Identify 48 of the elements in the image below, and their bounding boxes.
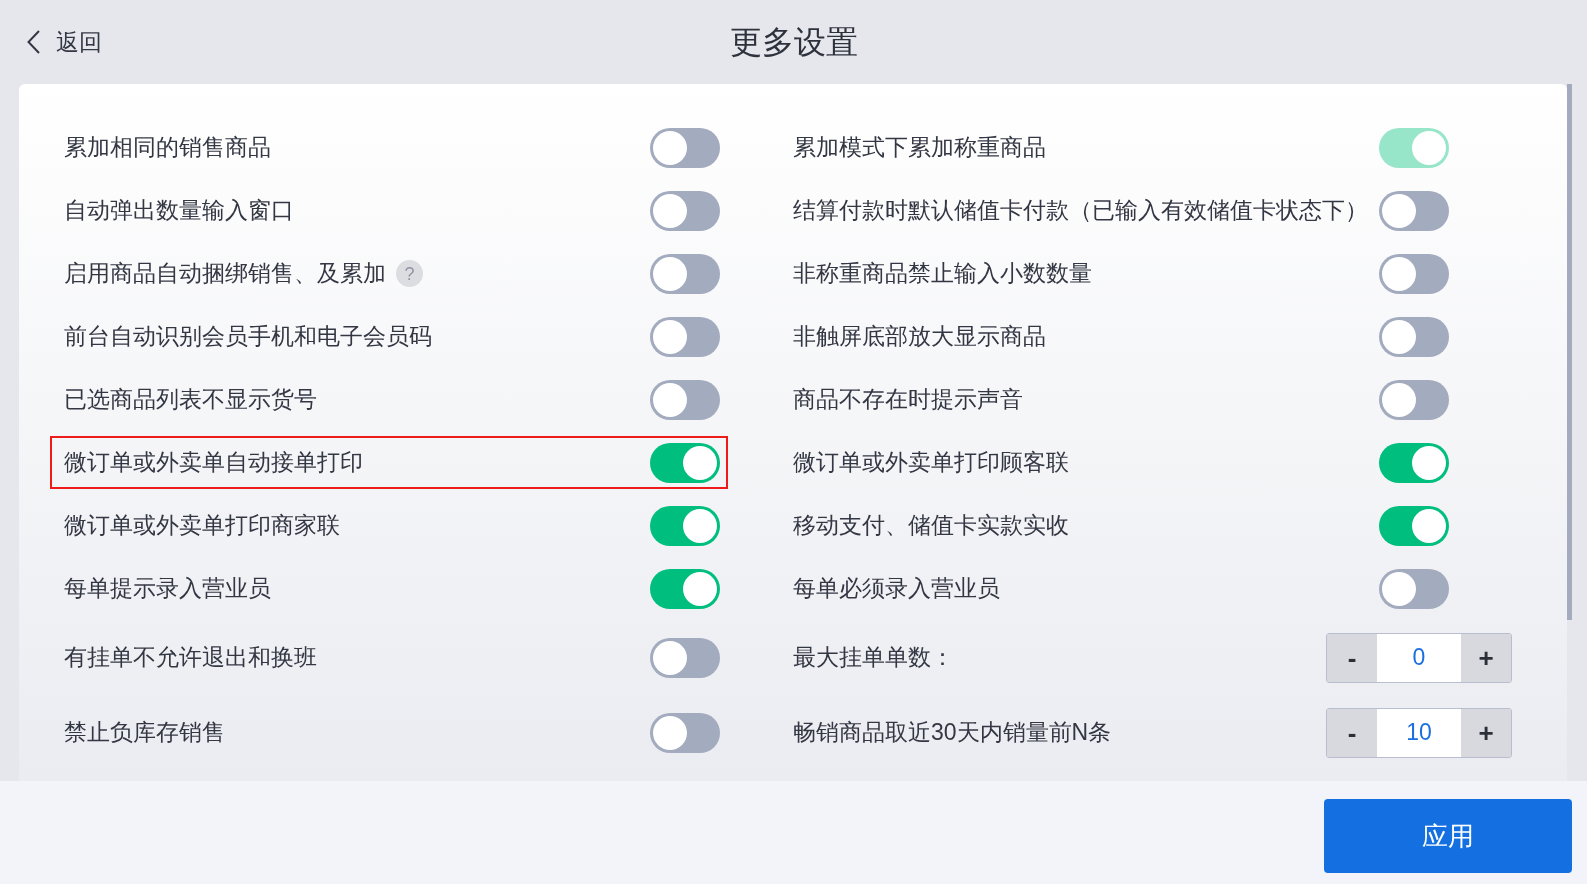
toggle-switch[interactable] — [1379, 190, 1449, 231]
toggle-switch[interactable] — [650, 316, 720, 357]
toggle-switch[interactable] — [650, 637, 720, 678]
back-icon — [27, 30, 40, 54]
increment-button[interactable]: + — [1461, 633, 1511, 682]
toggle-switch[interactable] — [650, 568, 720, 609]
apply-button[interactable]: 应用 — [1324, 799, 1572, 873]
setting-label: 有挂单不允许退出和换班 — [64, 643, 317, 673]
setting-label: 自动弹出数量输入窗口 — [64, 196, 294, 226]
setting-label: 微订单或外卖单打印顾客联 — [793, 448, 1069, 478]
setting-label: 微订单或外卖单打印商家联 — [64, 511, 340, 541]
decrement-button[interactable]: - — [1327, 708, 1377, 757]
setting-label: 每单必须录入营业员 — [793, 574, 1000, 604]
setting-label: 畅销商品取近30天内销量前N条 — [793, 718, 1112, 748]
toggle-switch[interactable] — [650, 442, 720, 483]
setting-label: 非称重商品禁止输入小数数量 — [793, 259, 1092, 289]
toggle-switch[interactable] — [650, 712, 720, 753]
toggle-switch[interactable] — [1379, 253, 1449, 294]
setting-label: 已选商品列表不显示货号 — [64, 385, 317, 415]
setting-label: 移动支付、储值卡实款实收 — [793, 511, 1069, 541]
setting-label: 前台自动识别会员手机和电子会员码 — [64, 322, 432, 352]
increment-button[interactable]: + — [1461, 708, 1511, 757]
setting-label: 非触屏底部放大显示商品 — [793, 322, 1046, 352]
toggle-switch[interactable] — [650, 253, 720, 294]
setting-label: 累加模式下累加称重商品 — [793, 133, 1046, 163]
toggle-switch[interactable] — [650, 505, 720, 546]
toggle-switch[interactable] — [1379, 568, 1449, 609]
setting-label: 禁止负库存销售 — [64, 718, 225, 748]
toggle-switch[interactable] — [650, 190, 720, 231]
toggle-switch[interactable] — [1379, 505, 1449, 546]
setting-label: 商品不存在时提示声音 — [793, 385, 1023, 415]
setting-label: 每单提示录入营业员 — [64, 574, 271, 604]
decrement-button[interactable]: - — [1327, 633, 1377, 682]
setting-label: 微订单或外卖单自动接单打印 — [64, 448, 363, 478]
value-field[interactable]: 0 — [1377, 633, 1461, 682]
scrollbar-thumb[interactable] — [1567, 84, 1572, 620]
toggle-switch[interactable] — [1379, 316, 1449, 357]
setting-label: 结算付款时默认储值卡付款（已输入有效储值卡状态下） — [793, 196, 1368, 226]
back-button[interactable]: 返回 — [27, 24, 102, 60]
page-title: 更多设置 — [729, 23, 858, 62]
toggle-switch[interactable] — [650, 127, 720, 168]
toggle-switch[interactable] — [1379, 379, 1449, 420]
toggle-switch[interactable] — [1379, 442, 1449, 483]
setting-label: 最大挂单单数： — [793, 643, 954, 673]
setting-label: 启用商品自动捆绑销售、及累加 — [64, 259, 386, 289]
setting-label: 累加相同的销售商品 — [64, 133, 271, 163]
toggle-switch[interactable] — [650, 379, 720, 420]
value-field[interactable]: 10 — [1377, 708, 1461, 757]
